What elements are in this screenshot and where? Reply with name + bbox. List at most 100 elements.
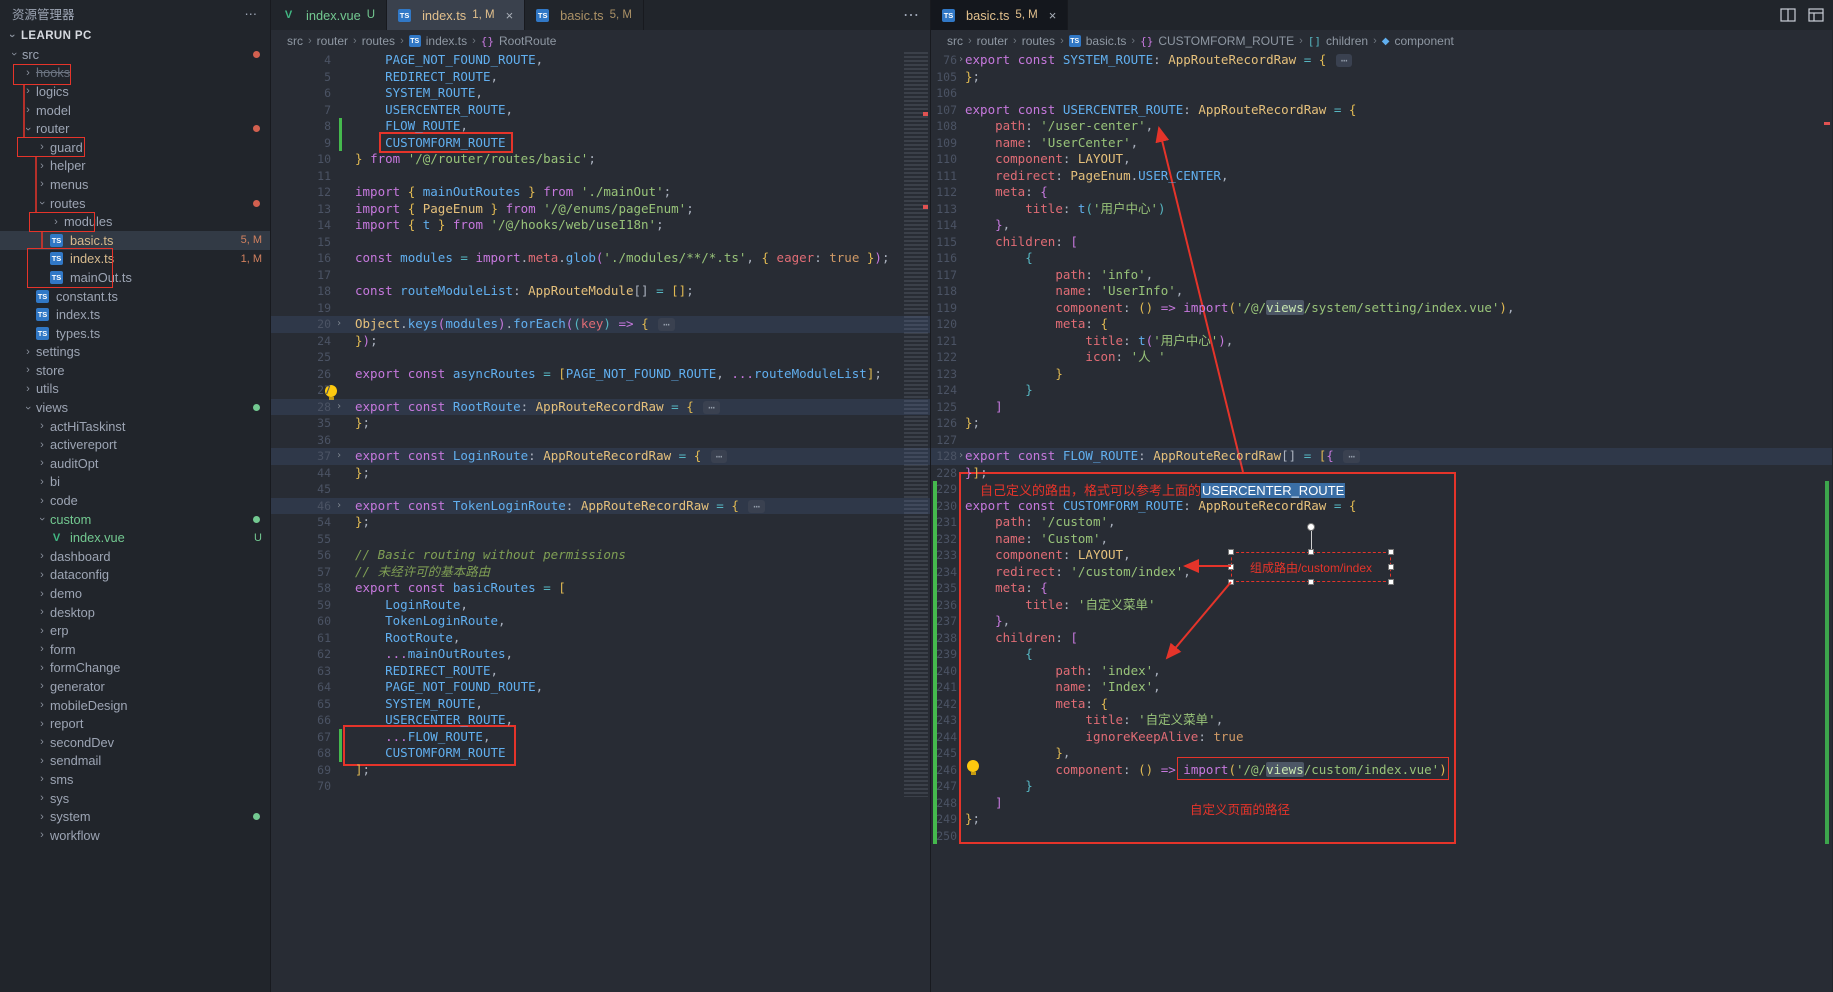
code-line-109[interactable]: 109 name: 'UserCenter', — [931, 135, 1832, 152]
more-actions-icon[interactable]: ⋯ — [245, 6, 259, 21]
tab-basic.ts[interactable]: TSbasic.ts5, M× — [931, 0, 1068, 30]
breadcrumb-item-index.ts[interactable]: index.ts — [426, 34, 467, 48]
code-editor-basic-ts[interactable]: 自己定义的路由，格式可以参考上面的USERCENTER_ROUTE 组成路由/c… — [931, 52, 1832, 992]
code-line-16[interactable]: 16const modules = import.meta.glob('./mo… — [271, 250, 930, 267]
code-line-68[interactable]: 68 CUSTOMFORM_ROUTE — [271, 745, 930, 762]
breadcrumb-item-CUSTOMFORM_ROUTE[interactable]: CUSTOMFORM_ROUTE — [1158, 34, 1294, 48]
code-line-244[interactable]: 244 ignoreKeepAlive: true — [931, 729, 1832, 746]
code-line-76[interactable]: 76›export const SYSTEM_ROUTE: AppRouteRe… — [931, 52, 1832, 69]
close-icon[interactable]: × — [1049, 8, 1057, 23]
tree-folder-custom[interactable]: ›custom — [0, 510, 270, 529]
code-line-13[interactable]: 13import { PageEnum } from '/@/enums/pag… — [271, 201, 930, 218]
code-line-120[interactable]: 120 meta: { — [931, 316, 1832, 333]
tree-folder-dashboard[interactable]: ›dashboard — [0, 547, 270, 566]
code-line-61[interactable]: 61 RootRoute, — [271, 630, 930, 647]
tree-folder-hooks[interactable]: ›hooks — [0, 64, 270, 83]
code-line-231[interactable]: 231 path: '/custom', — [931, 514, 1832, 531]
code-line-36[interactable]: 36 — [271, 432, 930, 449]
tree-file-constant.ts[interactable]: TSconstant.ts — [0, 287, 270, 306]
breadcrumb-item-src[interactable]: src — [287, 34, 303, 48]
code-line-45[interactable]: 45 — [271, 481, 930, 498]
code-line-67[interactable]: 67 ...FLOW_ROUTE, — [271, 729, 930, 746]
code-line-113[interactable]: 113 title: t('用户中心') — [931, 201, 1832, 218]
code-line-37[interactable]: 37›export const LoginRoute: AppRouteReco… — [271, 448, 930, 465]
tree-folder-report[interactable]: ›report — [0, 714, 270, 733]
tree-folder-workflow[interactable]: ›workflow — [0, 826, 270, 845]
code-line-46[interactable]: 46›export const TokenLoginRoute: AppRout… — [271, 498, 930, 515]
code-line-234[interactable]: 234 redirect: '/custom/index', — [931, 564, 1832, 581]
breadcrumb-item-children[interactable]: children — [1326, 34, 1368, 48]
code-line-123[interactable]: 123 } — [931, 366, 1832, 383]
code-line-247[interactable]: 247 } — [931, 778, 1832, 795]
tab-index.ts[interactable]: TSindex.ts1, M× — [387, 0, 525, 30]
code-line-240[interactable]: 240 path: 'index', — [931, 663, 1832, 680]
code-line-15[interactable]: 15 — [271, 234, 930, 251]
code-line-17[interactable]: 17 — [271, 267, 930, 284]
breadcrumb-item-RootRoute[interactable]: RootRoute — [499, 34, 556, 48]
tree-folder-bi[interactable]: ›bi — [0, 473, 270, 492]
code-line-249[interactable]: 249}; — [931, 811, 1832, 828]
code-line-14[interactable]: 14import { t } from '/@/hooks/web/useI18… — [271, 217, 930, 234]
code-line-105[interactable]: 105}; — [931, 69, 1832, 86]
code-line-63[interactable]: 63 REDIRECT_ROUTE, — [271, 663, 930, 680]
tree-file-index.ts[interactable]: TSindex.ts1, M — [0, 250, 270, 269]
code-line-69[interactable]: 69]; — [271, 762, 930, 779]
tree-folder-guard[interactable]: ›guard — [0, 138, 270, 157]
code-line-44[interactable]: 44}; — [271, 465, 930, 482]
code-line-26[interactable]: 26export const asyncRoutes = [PAGE_NOT_F… — [271, 366, 930, 383]
code-line-248[interactable]: 248 ] — [931, 795, 1832, 812]
code-line-121[interactable]: 121 title: t('用户中心'), — [931, 333, 1832, 350]
code-line-18[interactable]: 18const routeModuleList: AppRouteModule[… — [271, 283, 930, 300]
tree-folder-code[interactable]: ›code — [0, 491, 270, 510]
code-line-245[interactable]: 245 }, — [931, 745, 1832, 762]
code-line-237[interactable]: 237 }, — [931, 613, 1832, 630]
code-line-232[interactable]: 232 name: 'Custom', — [931, 531, 1832, 548]
code-line-59[interactable]: 59 LoginRoute, — [271, 597, 930, 614]
code-line-236[interactable]: 236 title: '自定义菜单' — [931, 597, 1832, 614]
code-line-127[interactable]: 127 — [931, 432, 1832, 449]
customize-layout-icon[interactable] — [1808, 7, 1824, 23]
code-line-125[interactable]: 125 ] — [931, 399, 1832, 416]
tree-folder-utils[interactable]: ›utils — [0, 380, 270, 399]
tree-folder-routes[interactable]: ›routes — [0, 194, 270, 213]
tab-basic.ts[interactable]: TSbasic.ts5, M — [525, 0, 644, 30]
code-line-65[interactable]: 65 SYSTEM_ROUTE, — [271, 696, 930, 713]
tree-folder-formChange[interactable]: ›formChange — [0, 659, 270, 678]
breadcrumb-item-component[interactable]: component — [1394, 34, 1453, 48]
breadcrumb-item-src[interactable]: src — [947, 34, 963, 48]
breadcrumb-item-basic.ts[interactable]: basic.ts — [1086, 34, 1127, 48]
code-line-19[interactable]: 19 — [271, 300, 930, 317]
breadcrumb-item-routes[interactable]: routes — [362, 34, 395, 48]
split-editor-icon[interactable] — [1780, 7, 1796, 23]
tree-folder-activereport[interactable]: ›activereport — [0, 435, 270, 454]
tree-folder-generator[interactable]: ›generator — [0, 677, 270, 696]
code-line-243[interactable]: 243 title: '自定义菜单', — [931, 712, 1832, 729]
code-line-62[interactable]: 62 ...mainOutRoutes, — [271, 646, 930, 663]
tree-folder-router[interactable]: ›router — [0, 119, 270, 138]
code-line-55[interactable]: 55 — [271, 531, 930, 548]
code-line-10[interactable]: 10} from '/@/router/routes/basic'; — [271, 151, 930, 168]
tree-folder-helper[interactable]: ›helper — [0, 157, 270, 176]
code-line-7[interactable]: 7 USERCENTER_ROUTE, — [271, 102, 930, 119]
tree-file-types.ts[interactable]: TStypes.ts — [0, 324, 270, 343]
code-line-118[interactable]: 118 name: 'UserInfo', — [931, 283, 1832, 300]
tree-file-index.ts[interactable]: TSindex.ts — [0, 305, 270, 324]
code-line-5[interactable]: 5 REDIRECT_ROUTE, — [271, 69, 930, 86]
code-line-54[interactable]: 54}; — [271, 514, 930, 531]
code-line-106[interactable]: 106 — [931, 85, 1832, 102]
code-line-11[interactable]: 11 — [271, 168, 930, 185]
code-line-235[interactable]: 235 meta: { — [931, 580, 1832, 597]
tree-folder-logics[interactable]: ›logics — [0, 82, 270, 101]
tree-folder-model[interactable]: ›model — [0, 101, 270, 120]
code-line-241[interactable]: 241 name: 'Index', — [931, 679, 1832, 696]
breadcrumb-item-routes[interactable]: routes — [1022, 34, 1055, 48]
code-line-108[interactable]: 108 path: '/user-center', — [931, 118, 1832, 135]
project-root-row[interactable]: › LEARUN PC — [0, 26, 270, 45]
code-line-239[interactable]: 239 { — [931, 646, 1832, 663]
code-line-25[interactable]: 25 — [271, 349, 930, 366]
code-line-35[interactable]: 35}; — [271, 415, 930, 432]
code-line-107[interactable]: 107export const USERCENTER_ROUTE: AppRou… — [931, 102, 1832, 119]
tree-folder-actHiTaskinst[interactable]: ›actHiTaskinst — [0, 417, 270, 436]
tree-folder-erp[interactable]: ›erp — [0, 621, 270, 640]
breadcrumb-item-router[interactable]: router — [977, 34, 1008, 48]
